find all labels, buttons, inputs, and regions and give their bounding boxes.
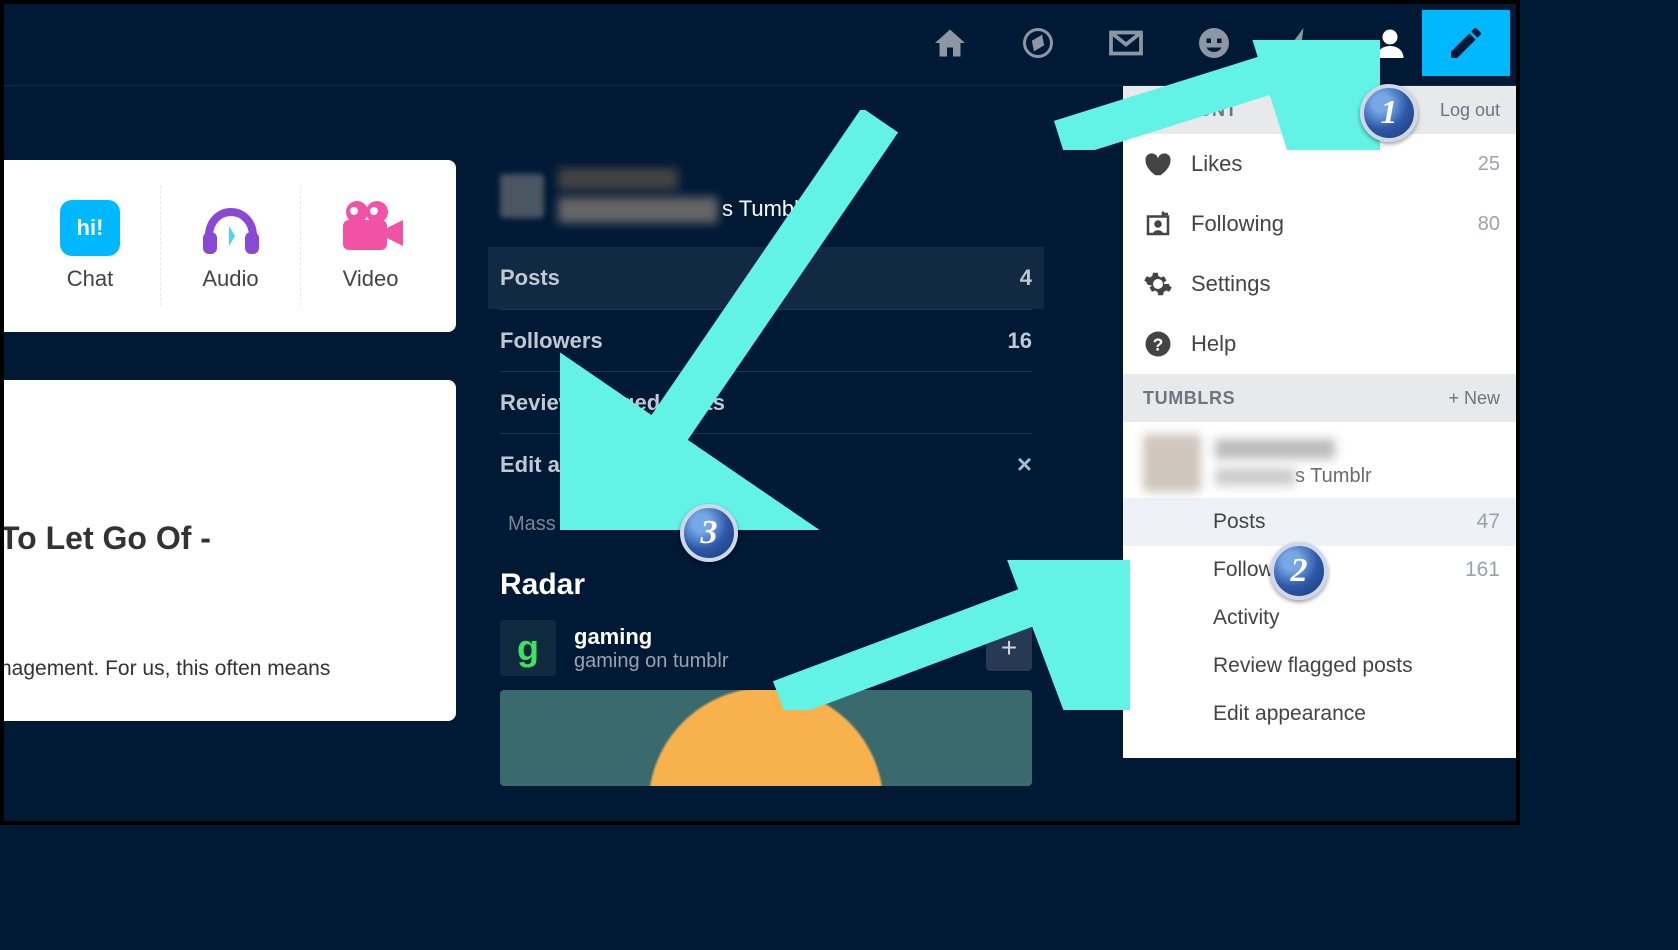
dropdown-following-count: 80 (1478, 213, 1500, 236)
radar-blog-subtitle: gaming on tumblr (574, 650, 729, 673)
dropdown-blog-activity-label: Activity (1213, 606, 1280, 630)
help-icon: ? (1143, 329, 1173, 359)
video-camera-icon (337, 200, 405, 256)
dropdown-blog-posts-label: Posts (1213, 510, 1266, 534)
dropdown-blog-entry[interactable]: s Tumblr (1123, 422, 1520, 498)
account-dropdown: ACCOUNT Log out Likes 25 Following 80 Se… (1123, 86, 1520, 758)
dropdown-following-label: Following (1191, 211, 1284, 237)
dropdown-blog-review-label: Review flagged posts (1213, 654, 1413, 678)
chat-icon[interactable] (1194, 23, 1234, 63)
annotation-badge-3: 3 (680, 504, 738, 562)
compose-video-label: Video (343, 266, 399, 292)
compose-audio-label: Audio (202, 266, 258, 292)
blog-sidebar-panel: s Tumblr Posts 4 Followers 16 Review fla… (500, 168, 1032, 786)
dropdown-tumblrs-header: TUMBLRS + New (1123, 374, 1520, 422)
sidebar-posts-row[interactable]: Posts 4 (488, 247, 1044, 309)
post-title: To Let Go Of - (0, 520, 456, 557)
dropdown-blog-title-redacted (1215, 468, 1295, 486)
blog-name-redacted (558, 168, 678, 190)
dropdown-blog-title-suffix: s Tumblr (1295, 465, 1372, 487)
account-icon[interactable] (1370, 23, 1410, 63)
dropdown-blog-avatar (1143, 434, 1201, 492)
sidebar-review-label: Review flagged posts (500, 390, 725, 416)
compose-video[interactable]: Video (300, 186, 440, 306)
dropdown-blog-review-row[interactable]: Review flagged posts (1123, 642, 1520, 690)
dropdown-account-label: ACCOUNT (1143, 100, 1237, 121)
dropdown-likes-count: 25 (1478, 153, 1500, 176)
compose-type-strip: hi! Chat Audio Video (0, 160, 456, 332)
compose-button[interactable] (1422, 10, 1510, 76)
dropdown-blog-followers-count: 161 (1465, 558, 1500, 582)
dropdown-blog-posts-row[interactable]: Posts 47 (1123, 498, 1520, 546)
compose-chat-label: Chat (67, 266, 113, 292)
top-navigation (0, 0, 1520, 86)
sidebar-posts-label: Posts (500, 265, 560, 291)
radar-post-image[interactable] (500, 690, 1032, 786)
dropdown-likes-row[interactable]: Likes 25 (1123, 134, 1520, 194)
gear-icon (1143, 269, 1173, 299)
dropdown-account-header: ACCOUNT Log out (1123, 86, 1520, 134)
dropdown-likes-label: Likes (1191, 151, 1242, 177)
dropdown-logout-link[interactable]: Log out (1440, 100, 1500, 121)
dropdown-blog-name-redacted (1215, 439, 1335, 459)
sidebar-edit-appearance-label: Edit appearance (500, 452, 670, 478)
sidebar-followers-label: Followers (500, 328, 603, 354)
radar-blog-item[interactable]: g gaming gaming on tumblr + (500, 620, 1032, 676)
radar-blog-name: gaming (574, 624, 729, 650)
sidebar-followers-row[interactable]: Followers 16 (500, 309, 1032, 371)
compose-audio[interactable]: Audio (160, 186, 300, 306)
dropdown-settings-row[interactable]: Settings (1123, 254, 1520, 314)
blog-title-redacted (558, 197, 718, 223)
dropdown-tumblrs-label: TUMBLRS (1143, 388, 1235, 409)
radar-avatar: g (500, 620, 556, 676)
radar-follow-button[interactable]: + (986, 625, 1032, 671)
dropdown-settings-label: Settings (1191, 271, 1271, 297)
dropdown-new-blog-link[interactable]: + New (1448, 388, 1500, 409)
blog-avatar (500, 174, 544, 218)
dropdown-help-label: Help (1191, 331, 1236, 357)
dropdown-help-row[interactable]: ? Help (1123, 314, 1520, 374)
radar-heading: Radar (500, 568, 1032, 602)
following-icon (1143, 209, 1173, 239)
dashboard-post-card: To Let Go Of - nagement. For us, this of… (0, 380, 456, 721)
blog-title-suffix: s Tumblr (722, 196, 806, 221)
inbox-icon[interactable] (1106, 23, 1146, 63)
dropdown-blog-edit-appearance-row[interactable]: Edit appearance (1123, 690, 1520, 738)
close-icon[interactable]: × (1017, 449, 1032, 480)
heart-icon (1143, 149, 1173, 179)
annotation-badge-1: 1 (1360, 84, 1418, 142)
dropdown-blog-posts-count: 47 (1477, 510, 1500, 534)
dropdown-blog-edit-appearance-label: Edit appearance (1213, 702, 1366, 726)
explore-icon[interactable] (1018, 23, 1058, 63)
activity-icon[interactable] (1282, 23, 1322, 63)
blog-header[interactable]: s Tumblr (500, 168, 1032, 223)
sidebar-posts-count: 4 (1020, 265, 1032, 291)
dropdown-following-row[interactable]: Following 80 (1123, 194, 1520, 254)
chat-bubble-icon: hi! (60, 200, 120, 256)
compose-chat[interactable]: hi! Chat (20, 186, 160, 306)
sidebar-edit-appearance-row[interactable]: Edit appearance × (500, 433, 1032, 495)
home-icon[interactable] (930, 23, 970, 63)
post-excerpt: nagement. For us, this often means (0, 657, 456, 681)
svg-text:?: ? (1153, 334, 1164, 354)
dropdown-blog-activity-row[interactable]: Activity (1123, 594, 1520, 642)
sidebar-review-row[interactable]: Review flagged posts (500, 371, 1032, 433)
annotation-badge-2: 2 (1270, 542, 1328, 600)
headphones-icon (199, 200, 263, 256)
mass-post-editor-link[interactable]: Mass Post Editor (508, 513, 1032, 536)
sidebar-followers-count: 16 (1008, 328, 1032, 354)
